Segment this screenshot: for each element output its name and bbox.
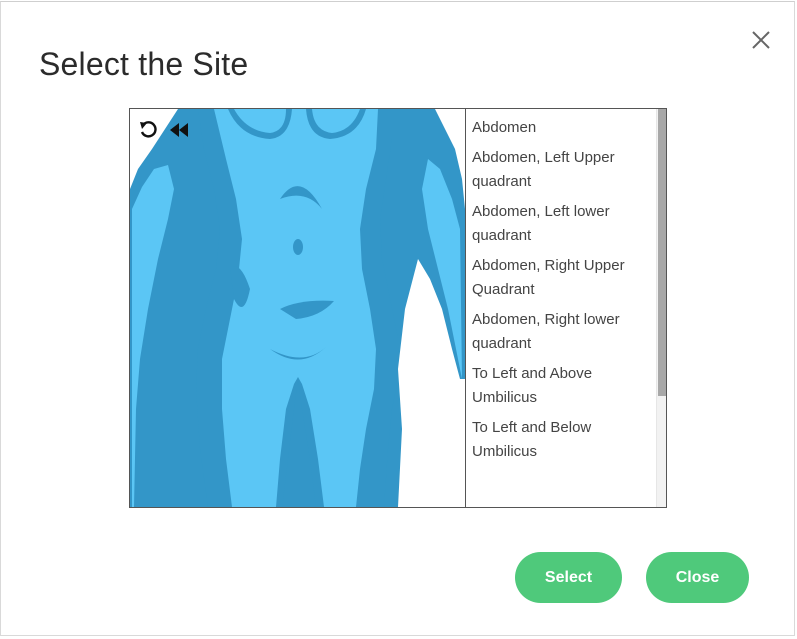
site-item-abdomen-right-lower-quadrant[interactable]: Abdomen, Right lower quadrant (466, 308, 656, 356)
body-figure-image[interactable] (130, 109, 466, 507)
dialog-title: Select the Site (39, 46, 249, 82)
site-item-abdomen[interactable]: Abdomen (466, 116, 656, 140)
site-item-abdomen-right-upper-quadrant[interactable]: Abdomen, Right Upper Quadrant (466, 254, 656, 302)
close-button[interactable]: Close (646, 552, 749, 603)
undo-icon[interactable] (138, 119, 160, 141)
site-list-scrollbar[interactable] (656, 109, 666, 507)
close-x-icon[interactable] (749, 28, 773, 52)
select-button[interactable]: Select (515, 552, 622, 603)
site-item-abdomen-left-lower-quadrant[interactable]: Abdomen, Left lower quadrant (466, 200, 656, 248)
site-item-abdomen-left-upper-quadrant[interactable]: Abdomen, Left Upper quadrant (466, 146, 656, 194)
select-site-dialog: Select the Site Abdomen Abdomen, Left Up… (0, 1, 795, 636)
rewind-icon[interactable] (168, 119, 190, 141)
site-list[interactable]: Abdomen Abdomen, Left Upper quadrant Abd… (466, 109, 656, 507)
body-diagram[interactable] (130, 109, 466, 507)
site-picker: Abdomen Abdomen, Left Upper quadrant Abd… (129, 108, 667, 508)
site-item-left-above-umbilicus[interactable]: To Left and Above Umbilicus (466, 362, 656, 410)
scrollbar-thumb[interactable] (658, 109, 666, 396)
site-item-left-below-umbilicus[interactable]: To Left and Below Umbilicus (466, 416, 656, 464)
